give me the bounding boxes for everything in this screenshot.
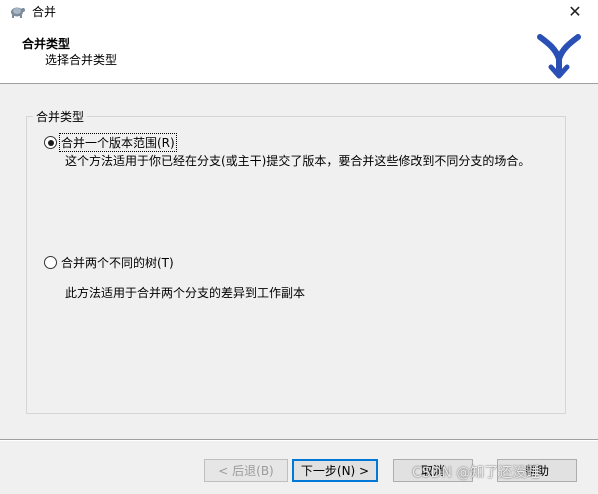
radio-label-revision-range: 合并一个版本范围(R) <box>59 133 177 152</box>
wizard-header: 合并类型 选择合并类型 <box>0 22 598 84</box>
help-button[interactable]: 帮助 <box>497 459 577 482</box>
merge-branch-icon <box>537 34 581 79</box>
window-title: 合并 <box>32 5 57 19</box>
page-subtitle: 选择合并类型 <box>45 53 118 67</box>
merge-wizard-window: 合并 ✕ 合并类型 选择合并类型 合并类型 合并一个版本范围(R) 这个方法适用… <box>0 0 598 494</box>
close-button[interactable]: ✕ <box>552 0 598 22</box>
radio-button-checked[interactable] <box>44 136 57 149</box>
radio-button-unchecked[interactable] <box>44 256 57 269</box>
page-title: 合并类型 <box>22 37 71 51</box>
footer-separator <box>0 439 598 441</box>
description-two-trees: 此方法适用于合并两个分支的差异到工作副本 <box>65 286 306 300</box>
radio-merge-revision-range[interactable]: 合并一个版本范围(R) <box>44 133 177 152</box>
tortoise-icon <box>11 7 25 18</box>
title-bar: 合并 ✕ <box>0 0 598 22</box>
next-button[interactable]: 下一步(N) > <box>292 459 378 482</box>
radio-label-two-trees: 合并两个不同的树(T) <box>61 256 174 270</box>
groupbox-legend: 合并类型 <box>33 108 88 125</box>
close-icon: ✕ <box>568 1 582 21</box>
radio-merge-two-trees[interactable]: 合并两个不同的树(T) <box>44 254 175 271</box>
description-revision-range: 这个方法适用于你已经在分支(或主干)提交了版本，要合并这些修改到不同分支的场合。 <box>65 154 531 168</box>
back-button[interactable]: < 后退(B) <box>204 459 288 482</box>
cancel-button[interactable]: 取消 <box>393 459 473 482</box>
